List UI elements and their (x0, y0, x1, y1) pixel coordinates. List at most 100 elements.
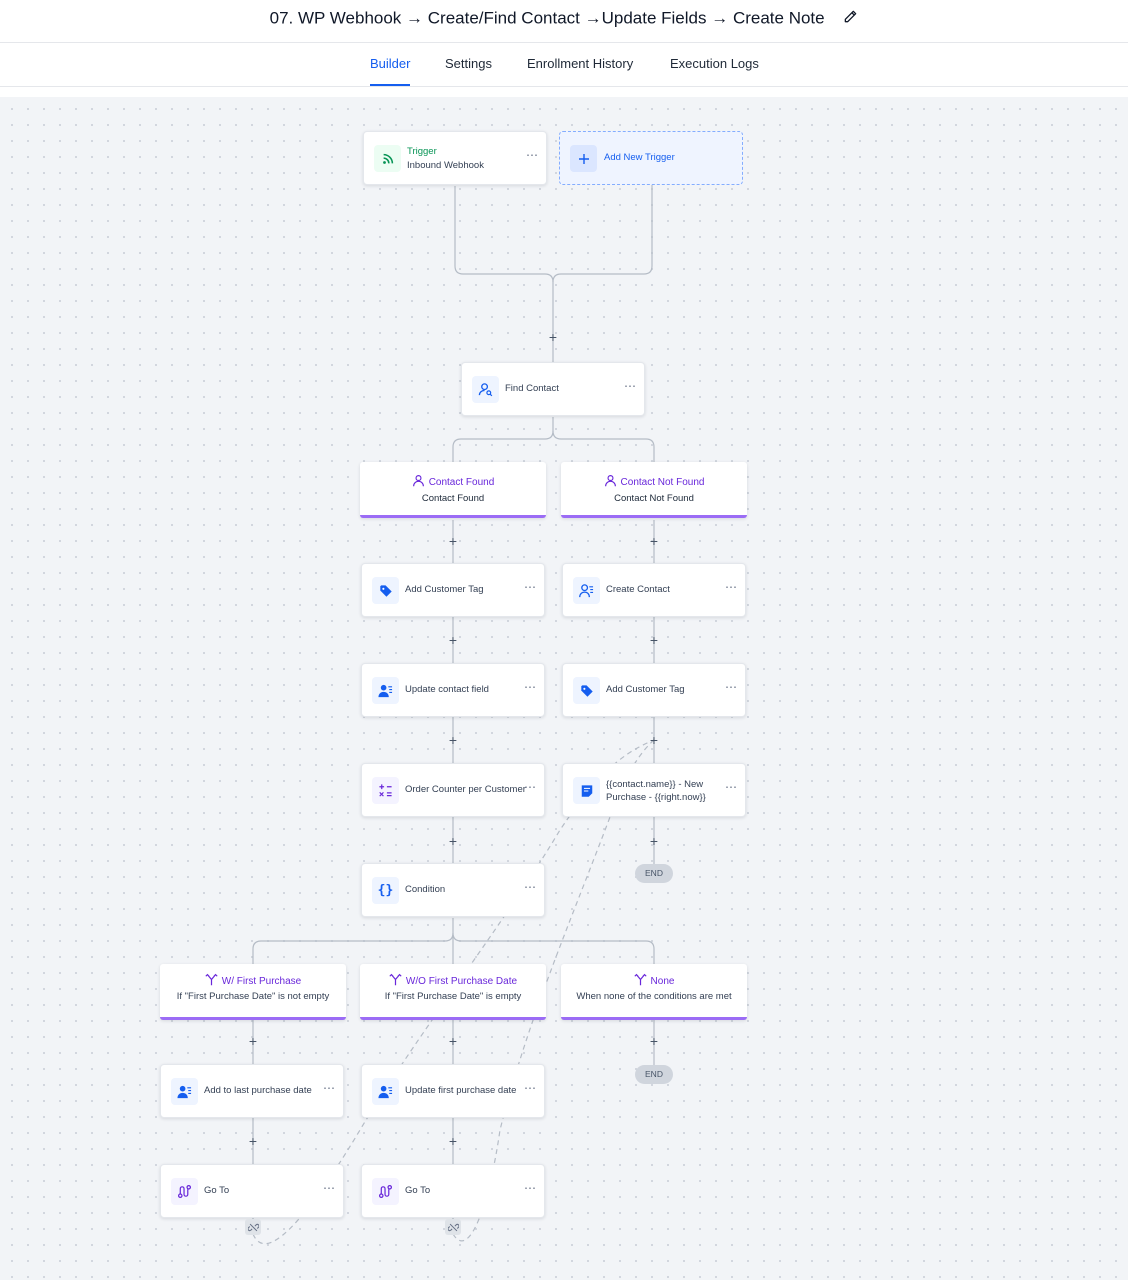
user-search-icon (472, 376, 499, 403)
branch-title: None (650, 975, 675, 987)
branch-subtitle: When none of the conditions are met (576, 991, 732, 1002)
add-step-plus[interactable]: + (247, 1034, 259, 1048)
split-branch-icon (205, 973, 218, 989)
workflow-header: 07. WP Webhook → Create/Find Contact →Up… (0, 0, 1128, 43)
broken-link-icon[interactable] (445, 1219, 461, 1235)
add-step-plus[interactable]: + (648, 633, 660, 647)
more-options-icon[interactable]: ⋯ (524, 880, 536, 894)
add-step-plus[interactable]: + (648, 534, 660, 548)
action-label: {{contact.name}} - New Purchase - {{righ… (606, 779, 706, 803)
end-marker: END (635, 1065, 673, 1084)
add-step-plus[interactable]: + (547, 330, 559, 344)
branch-with-first-purchase[interactable]: W/ First Purchase If "First Purchase Dat… (160, 964, 346, 1020)
branch-subtitle: If "First Purchase Date" is not empty (176, 991, 330, 1002)
action-label: Add Customer Tag (405, 584, 484, 595)
action-update-first-purchase-date[interactable]: Update first purchase date ⋯ (361, 1064, 545, 1118)
add-step-plus[interactable]: + (648, 1034, 660, 1048)
math-operations-icon (372, 777, 399, 804)
branch-contact-found[interactable]: Contact Found Contact Found (360, 462, 546, 518)
more-options-icon[interactable]: ⋯ (323, 1081, 335, 1095)
tag-icon (372, 577, 399, 604)
action-label: Order Counter per Customer (405, 784, 526, 795)
add-step-plus[interactable]: + (648, 733, 660, 747)
action-label: Add Customer Tag (606, 684, 685, 695)
more-options-icon[interactable]: ⋯ (524, 1181, 536, 1195)
action-label: Create Contact (606, 584, 670, 595)
tab-execution-logs[interactable]: Execution Logs (670, 56, 759, 71)
action-condition[interactable]: {} Condition ⋯ (361, 863, 545, 917)
more-options-icon[interactable]: ⋯ (323, 1181, 335, 1195)
branch-title: Contact Found (428, 476, 495, 488)
action-order-counter[interactable]: Order Counter per Customer ⋯ (361, 763, 545, 817)
action-create-note[interactable]: {{contact.name}} - New Purchase - {{righ… (562, 763, 746, 817)
add-step-plus[interactable]: + (447, 834, 459, 848)
branch-subtitle: Contact Not Found (614, 493, 694, 504)
end-marker: END (635, 864, 673, 883)
curly-braces-icon: {} (372, 877, 399, 904)
tab-builder[interactable]: Builder (370, 56, 411, 86)
add-step-plus[interactable]: + (447, 1134, 459, 1148)
add-step-plus[interactable]: + (247, 1134, 259, 1148)
user-branch-icon (412, 474, 425, 490)
more-options-icon[interactable]: ⋯ (624, 379, 636, 393)
more-options-icon[interactable]: ⋯ (725, 580, 737, 594)
branch-title: W/ First Purchase (221, 975, 302, 987)
action-add-customer-tag[interactable]: Add Customer Tag ⋯ (361, 563, 545, 617)
more-options-icon[interactable]: ⋯ (725, 780, 737, 794)
action-label: Find Contact (505, 383, 559, 394)
add-step-plus[interactable]: + (447, 633, 459, 647)
user-edit-icon (171, 1078, 198, 1105)
branch-without-first-purchase[interactable]: W/O First Purchase Date If "First Purcha… (360, 964, 546, 1020)
more-options-icon[interactable]: ⋯ (524, 780, 536, 794)
trigger-node-inbound-webhook[interactable]: Trigger Inbound Webhook ⋯ (363, 131, 547, 185)
branch-title: W/O First Purchase Date (405, 975, 518, 987)
user-list-icon (573, 577, 600, 604)
branch-contact-not-found[interactable]: Contact Not Found Contact Not Found (561, 462, 747, 518)
add-new-trigger-label: Add New Trigger (604, 152, 675, 163)
action-create-contact[interactable]: Create Contact ⋯ (562, 563, 746, 617)
add-step-plus[interactable]: + (447, 733, 459, 747)
branch-title: Contact Not Found (620, 476, 705, 488)
edit-title-pencil-icon[interactable] (843, 9, 858, 29)
tab-enrollment-history[interactable]: Enrollment History (527, 56, 633, 71)
action-find-contact[interactable]: Find Contact ⋯ (461, 362, 645, 416)
branch-subtitle: Contact Found (421, 493, 485, 504)
workflow-title: 07. WP Webhook → Create/Find Contact →Up… (269, 8, 825, 28)
plus-icon (570, 145, 597, 172)
action-label: Add to last purchase date (204, 1085, 312, 1096)
add-step-plus[interactable]: + (648, 834, 660, 848)
trigger-subtitle: Inbound Webhook (407, 160, 484, 171)
user-branch-icon (604, 474, 617, 490)
route-icon (372, 1178, 399, 1205)
more-options-icon[interactable]: ⋯ (526, 148, 538, 162)
more-options-icon[interactable]: ⋯ (524, 1081, 536, 1095)
tag-icon (573, 677, 600, 704)
more-options-icon[interactable]: ⋯ (524, 680, 536, 694)
action-go-to[interactable]: Go To ⋯ (361, 1164, 545, 1218)
action-add-customer-tag[interactable]: Add Customer Tag ⋯ (562, 663, 746, 717)
user-edit-icon (372, 677, 399, 704)
action-add-last-purchase-date[interactable]: Add to last purchase date ⋯ (160, 1064, 344, 1118)
trigger-title: Trigger (407, 146, 437, 157)
add-step-plus[interactable]: + (447, 534, 459, 548)
broken-link-icon[interactable] (245, 1219, 261, 1235)
action-label: Go To (405, 1185, 431, 1196)
branch-none[interactable]: None When none of the conditions are met (561, 964, 747, 1020)
more-options-icon[interactable]: ⋯ (524, 580, 536, 594)
rss-icon (374, 145, 401, 172)
add-step-plus[interactable]: + (447, 1034, 459, 1048)
action-label: Condition (405, 884, 446, 895)
branch-subtitle: If "First Purchase Date" is empty (384, 991, 522, 1002)
more-options-icon[interactable]: ⋯ (725, 680, 737, 694)
action-label: Go To (204, 1185, 230, 1196)
action-update-contact-field[interactable]: Update contact field ⋯ (361, 663, 545, 717)
action-go-to[interactable]: Go To ⋯ (160, 1164, 344, 1218)
add-new-trigger-button[interactable]: Add New Trigger (559, 131, 743, 185)
split-branch-icon (389, 973, 402, 989)
split-branch-icon (633, 973, 647, 989)
action-label: Update first purchase date (405, 1085, 517, 1096)
workflow-title-row: 07. WP Webhook → Create/Find Contact →Up… (0, 8, 1128, 29)
note-icon (573, 777, 600, 804)
tab-settings[interactable]: Settings (445, 56, 492, 71)
tab-bar: Builder Settings Enrollment History Exec… (0, 43, 1128, 87)
